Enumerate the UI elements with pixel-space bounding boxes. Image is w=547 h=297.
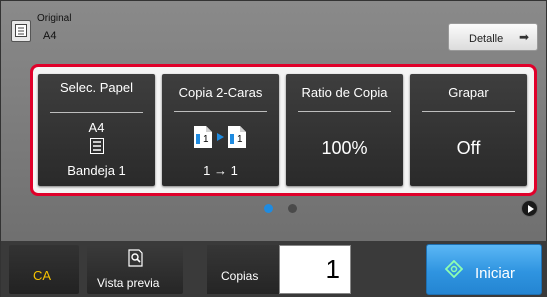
staple-value: Off xyxy=(456,138,481,158)
duplex-copy-tile[interactable]: Copia 2-Caras 1 1 1 → 1 xyxy=(162,74,279,186)
detail-label: Detalle xyxy=(469,33,504,45)
paper-tray-value: Bandeja 1 xyxy=(67,163,126,178)
duplex-copy-icon: 1 1 xyxy=(162,124,279,150)
top-bar: Original A4 Detalle ➡ xyxy=(11,13,538,53)
tile-divider xyxy=(50,112,143,113)
staple-tile[interactable]: Grapar Off xyxy=(410,74,527,186)
copies-input[interactable]: 1 xyxy=(279,245,351,294)
next-page-icon[interactable] xyxy=(521,200,538,217)
copier-screen: Original A4 Detalle ➡ Selec. Papel A4 Ba… xyxy=(0,0,547,297)
paper-select-title: Selec. Papel xyxy=(60,80,133,95)
page-dot[interactable] xyxy=(288,204,297,213)
copies-label-box: Copias xyxy=(207,245,279,294)
start-diamond-icon xyxy=(444,259,464,282)
duplex-copy-value: 1 → 1 xyxy=(203,163,238,178)
paper-tray-icon xyxy=(38,138,155,156)
bottom-bar: CA Vista previa Copias 1 Iniciar xyxy=(1,241,547,297)
preview-button[interactable]: Vista previa xyxy=(87,245,183,294)
settings-panel: Selec. Papel A4 Bandeja 1 Copia 2-Caras xyxy=(30,64,537,196)
original-title: Original xyxy=(37,13,72,24)
clear-all-label: CA xyxy=(33,268,52,283)
copy-ratio-tile[interactable]: Ratio de Copia 100% xyxy=(286,74,403,186)
detail-button[interactable]: Detalle ➡ xyxy=(448,23,538,51)
svg-text:1: 1 xyxy=(203,134,209,145)
copy-ratio-value: 100% xyxy=(321,138,368,158)
duplex-copy-title: Copia 2-Caras xyxy=(178,85,263,100)
original-size: A4 xyxy=(43,30,57,42)
tile-divider xyxy=(422,111,515,112)
staple-title: Grapar xyxy=(448,85,489,100)
preview-magnifier-icon xyxy=(128,249,144,270)
arrow-right-icon: ➡ xyxy=(518,30,529,44)
original-document-icon[interactable] xyxy=(11,20,31,42)
copy-ratio-title: Ratio de Copia xyxy=(301,85,388,100)
paper-select-tile[interactable]: Selec. Papel A4 Bandeja 1 xyxy=(38,74,155,186)
clear-all-button[interactable]: CA xyxy=(9,245,79,294)
start-button[interactable]: Iniciar xyxy=(426,244,542,295)
paper-size-value: A4 xyxy=(88,120,105,135)
preview-label: Vista previa xyxy=(97,276,160,290)
tile-divider xyxy=(174,111,267,112)
tile-divider xyxy=(298,111,391,112)
copies-value: 1 xyxy=(325,254,340,284)
page-dot-active[interactable] xyxy=(264,204,273,213)
start-label: Iniciar xyxy=(475,265,516,282)
copies-label: Copias xyxy=(221,269,259,283)
svg-text:1: 1 xyxy=(237,134,243,145)
